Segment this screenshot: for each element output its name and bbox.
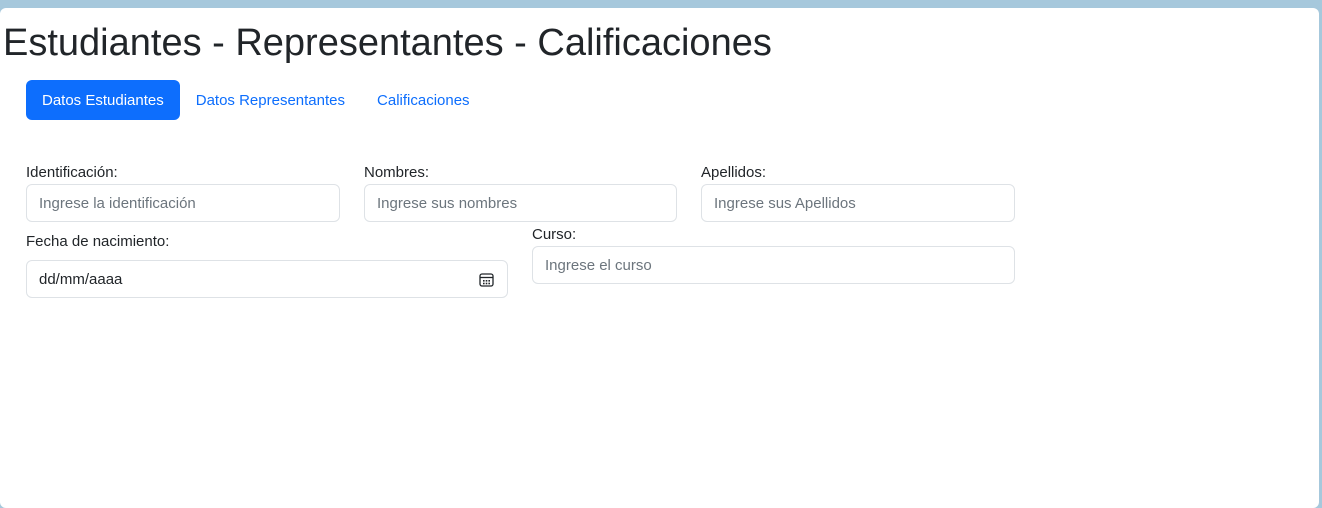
tab-calificaciones[interactable]: Calificaciones [361, 80, 486, 120]
page-title: Estudiantes - Representantes - Calificac… [3, 22, 772, 64]
fecha-nacimiento-label: Fecha de nacimiento: [26, 233, 170, 250]
apellidos-input[interactable] [701, 184, 1015, 222]
identificacion-label: Identificación: [26, 164, 118, 181]
curso-label: Curso: [532, 226, 577, 243]
calendar-icon[interactable] [478, 271, 494, 287]
tab-bar: Datos Estudiantes Datos Representantes C… [26, 80, 486, 120]
main-card: Estudiantes - Representantes - Calificac… [0, 8, 1319, 508]
apellidos-label: Apellidos: [701, 164, 767, 181]
curso-input[interactable] [532, 246, 1015, 284]
tab-datos-estudiantes[interactable]: Datos Estudiantes [26, 80, 180, 120]
tab-datos-representantes[interactable]: Datos Representantes [180, 80, 361, 120]
fecha-nacimiento-value: dd/mm/aaaa [39, 270, 123, 288]
identificacion-input[interactable] [26, 184, 340, 222]
fecha-nacimiento-input[interactable]: dd/mm/aaaa [26, 260, 508, 298]
nombres-label: Nombres: [364, 164, 430, 181]
nombres-input[interactable] [364, 184, 677, 222]
